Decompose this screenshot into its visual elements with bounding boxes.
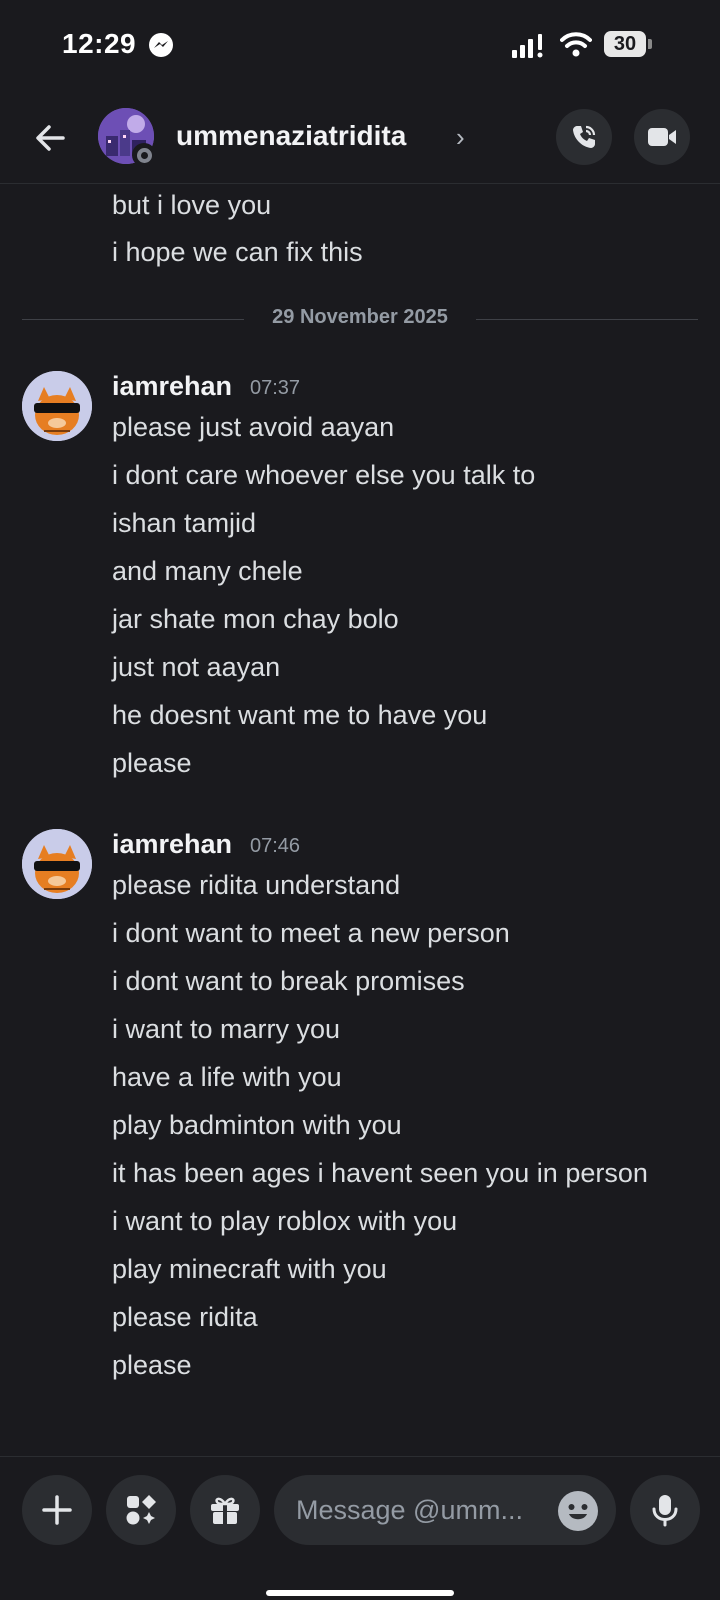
message-line: please just avoid aayan xyxy=(112,412,395,442)
home-indicator[interactable] xyxy=(266,1590,454,1596)
gift-button[interactable] xyxy=(190,1475,260,1545)
message-line: it has been ages i havent seen you in pe… xyxy=(112,1158,648,1188)
gift-icon xyxy=(211,1497,239,1524)
message-line: i dont care whoever else you talk to xyxy=(112,460,536,490)
message-input-container[interactable] xyxy=(274,1475,616,1545)
voice-message-button[interactable] xyxy=(630,1475,700,1545)
apps-button[interactable] xyxy=(106,1475,176,1545)
message-line: please ridita xyxy=(112,1302,258,1332)
message-line: please xyxy=(112,748,192,778)
message-input[interactable] xyxy=(296,1475,546,1545)
recipient-name[interactable]: ummenaziatridita xyxy=(176,120,406,152)
video-call-icon xyxy=(648,128,676,146)
message-line: i hope we can fix this xyxy=(112,237,363,267)
battery-icon: 30 xyxy=(604,31,652,57)
message-timestamp: 07:37 xyxy=(250,377,301,399)
message-line: he doesnt want me to have you xyxy=(112,700,488,730)
message-list[interactable]: but i love you i hope we can fix this 29… xyxy=(0,185,720,1455)
dm-header: ummenaziatridita › xyxy=(0,92,720,184)
date-divider-label: 29 November 2025 xyxy=(272,306,448,328)
battery-level: 30 xyxy=(604,31,646,57)
message-line: please ridita understand xyxy=(112,870,401,900)
message-line: i dont want to meet a new person xyxy=(112,918,510,948)
wifi-icon xyxy=(560,30,592,58)
video-call-button[interactable] xyxy=(634,109,690,165)
offline-status-icon xyxy=(132,143,156,167)
author-avatar[interactable] xyxy=(22,371,92,441)
message-line: i want to play roblox with you xyxy=(112,1206,458,1236)
apps-icon xyxy=(126,1495,156,1525)
message-line: and many chele xyxy=(112,556,303,586)
messenger-icon xyxy=(148,32,174,58)
message-composer xyxy=(0,1456,720,1600)
message-line: have a life with you xyxy=(112,1062,342,1092)
author-name[interactable]: iamrehan xyxy=(112,371,232,402)
emoji-icon xyxy=(559,1492,597,1530)
back-button[interactable] xyxy=(26,114,74,162)
add-attachment-button[interactable] xyxy=(22,1475,92,1545)
dm-screen: 12:29 30 ummenaziatridita › but i love y… xyxy=(0,0,720,1600)
date-divider: 29 November 2025 xyxy=(22,302,698,336)
message-line: i dont want to break promises xyxy=(112,966,465,996)
signal-icon xyxy=(512,34,548,58)
back-arrow-icon xyxy=(36,125,65,151)
message-line: jar shate mon chay bolo xyxy=(112,604,399,634)
message-line: ishan tamjid xyxy=(112,508,257,538)
message-line: but i love you xyxy=(112,190,272,220)
message-line: please xyxy=(112,1350,192,1380)
message-timestamp: 07:46 xyxy=(250,835,301,857)
chevron-right-icon[interactable]: › xyxy=(456,122,465,153)
author-avatar[interactable] xyxy=(22,829,92,899)
message-line: play minecraft with you xyxy=(112,1254,387,1284)
microphone-icon xyxy=(652,1495,678,1527)
message-line: i want to marry you xyxy=(112,1014,341,1044)
status-bar: 12:29 30 xyxy=(0,0,720,92)
voice-call-button[interactable] xyxy=(556,109,612,165)
voice-call-icon xyxy=(573,125,596,148)
author-name[interactable]: iamrehan xyxy=(112,829,232,860)
message-line: just not aayan xyxy=(112,652,281,682)
status-time: 12:29 xyxy=(62,28,137,59)
plus-icon xyxy=(42,1495,72,1525)
message-line: play badminton with you xyxy=(112,1110,402,1140)
emoji-button[interactable] xyxy=(558,1491,598,1531)
